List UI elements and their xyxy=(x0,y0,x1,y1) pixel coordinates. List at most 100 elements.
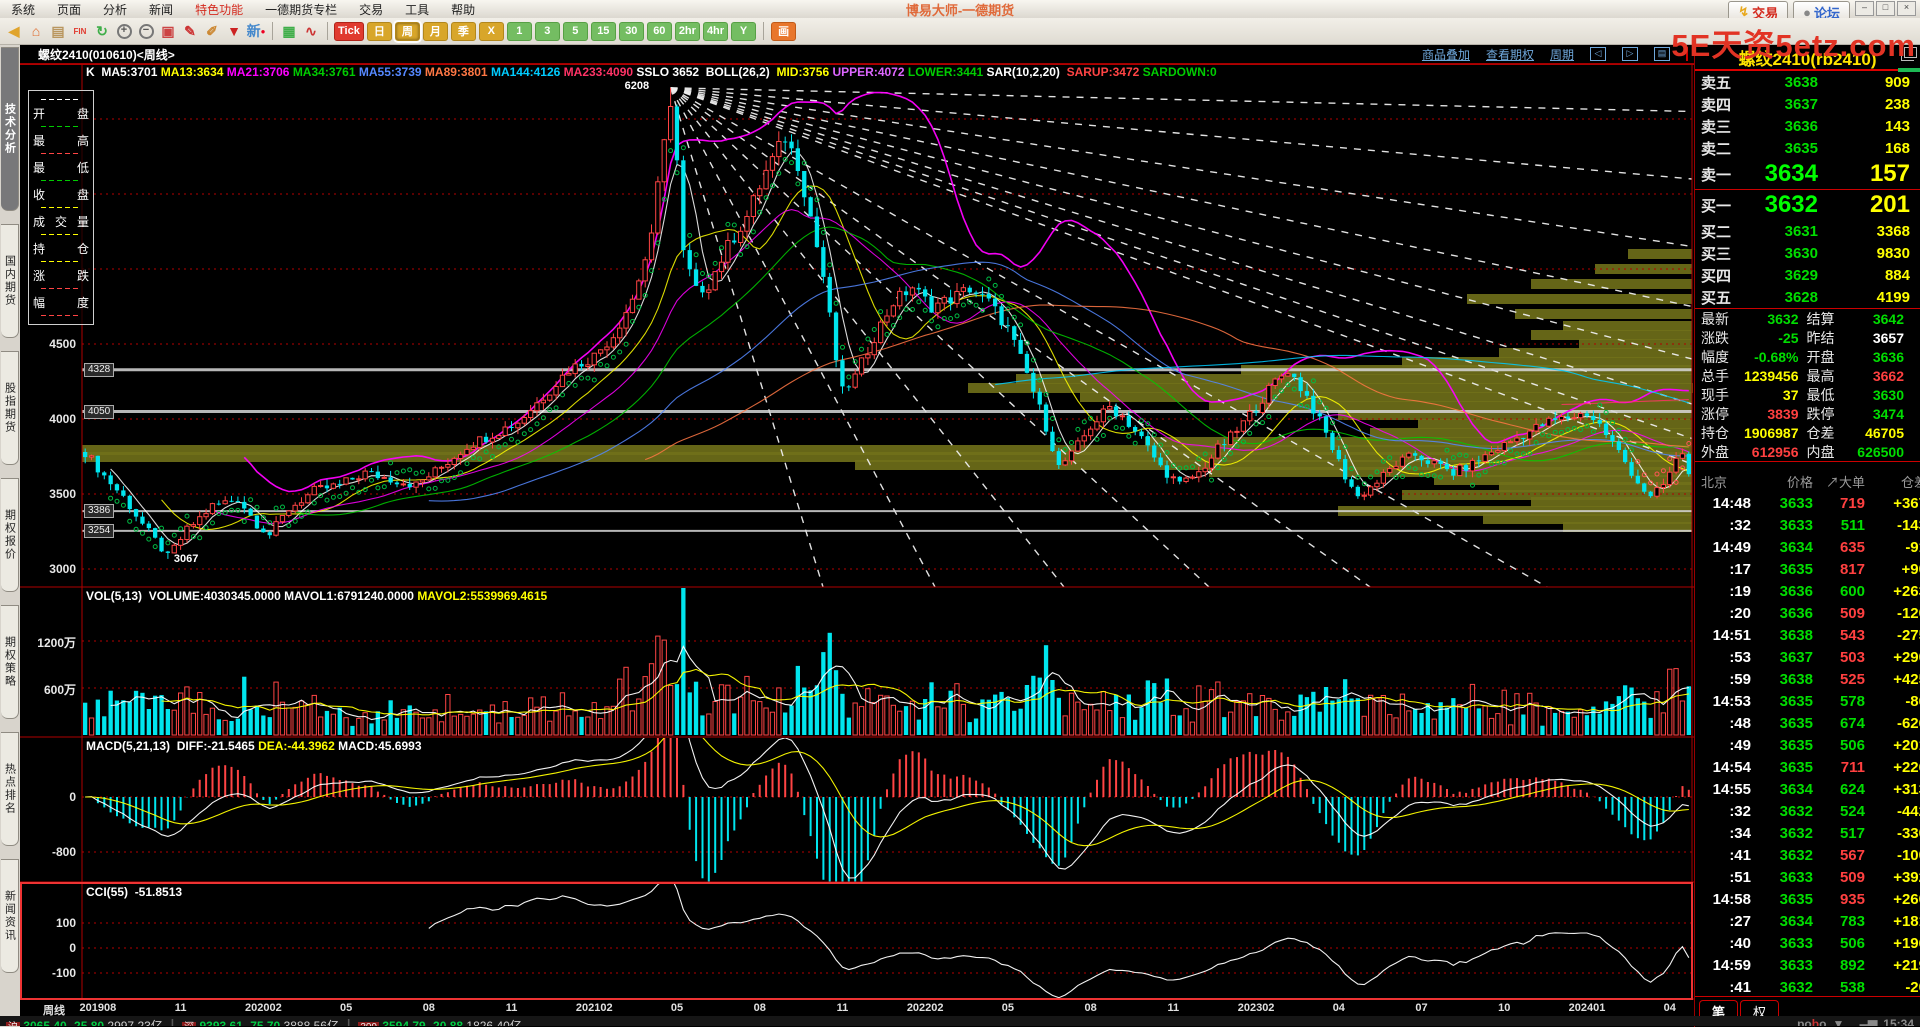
sidebar-tab-国内期货[interactable]: 国内期货 xyxy=(1,224,19,338)
index-amount: 1826.40亿 xyxy=(463,1019,522,1026)
fin-icon[interactable]: FIN xyxy=(70,22,90,41)
legend-dash xyxy=(41,99,81,100)
tick-price: 3635 xyxy=(1779,736,1813,754)
legend-char: 开 xyxy=(33,106,46,121)
home-icon[interactable]: ⌂ xyxy=(26,22,46,41)
funnel-icon[interactable]: ▼ xyxy=(224,22,244,41)
period-button-周[interactable]: 周 xyxy=(392,19,422,43)
sidebar-tab-热点排名[interactable]: 热点排名 xyxy=(1,732,19,846)
menu-item-新闻[interactable]: 新闻 xyxy=(138,1,184,18)
menu-item-页面[interactable]: 页面 xyxy=(46,1,92,18)
sidebar-tab-新闻资讯[interactable]: 新闻资讯 xyxy=(1,859,19,973)
menu-item-一德期货专栏[interactable]: 一德期货专栏 xyxy=(254,1,348,18)
legend-char: 交 xyxy=(54,214,67,229)
refresh-icon[interactable]: ↻ xyxy=(92,22,112,41)
tick-price: 3636 xyxy=(1779,582,1813,600)
tick-time: :41 xyxy=(1729,978,1751,996)
tick-volume: 517 xyxy=(1839,824,1865,842)
period-button-4hr[interactable]: 4hr xyxy=(702,21,729,41)
tick-price: 3636 xyxy=(1779,604,1813,622)
bid-row[interactable]: 买一 3632 201 xyxy=(1695,190,1920,220)
ohlc-legend-panel[interactable]: 开盘最高最低收盘成交量持仓涨跌幅度 xyxy=(28,90,94,325)
period-button-Tick[interactable]: Tick xyxy=(334,21,364,41)
split-window-icon[interactable]: ▤ xyxy=(1654,47,1670,61)
tick-price: 3635 xyxy=(1779,560,1813,578)
close-button[interactable]: × xyxy=(1897,1,1916,16)
sidebar-tab-期权报价[interactable]: 期权报价 xyxy=(1,478,19,592)
ask-row[interactable]: 卖二 3635 168 xyxy=(1695,137,1920,159)
sidebar-bottom-tab-权[interactable]: 权 xyxy=(1740,1000,1780,1020)
menu-item-分析[interactable]: 分析 xyxy=(92,1,138,18)
sidebar-tab-期权策略[interactable]: 期权策略 xyxy=(1,605,19,719)
trend-icon[interactable]: ∿ xyxy=(301,22,321,41)
tick-time: :20 xyxy=(1729,604,1751,622)
period-button-画[interactable]: 画 xyxy=(771,21,797,41)
minimize-button[interactable]: – xyxy=(1855,1,1874,16)
tick-time: :40 xyxy=(1729,934,1751,952)
brush-icon[interactable]: ✐ xyxy=(202,22,222,41)
funnel-small-icon: ▼ xyxy=(1832,1017,1845,1026)
grid-icon[interactable]: ▦ xyxy=(279,22,299,41)
tick-oi-change: +290 xyxy=(1893,648,1920,666)
next-contract-icon[interactable]: ▷ xyxy=(1622,47,1638,61)
period-button-Y[interactable]: Y xyxy=(731,21,757,41)
link-查看期权[interactable]: 查看期权 xyxy=(1486,46,1534,63)
news-icon[interactable]: ▤ xyxy=(48,22,68,41)
stat-value: 3630 xyxy=(1872,387,1904,403)
menu-item-工具[interactable]: 工具 xyxy=(394,1,440,18)
period-button-60[interactable]: 60 xyxy=(646,21,672,41)
period-button-1[interactable]: 1 xyxy=(506,21,532,41)
tick-price: 3633 xyxy=(1779,516,1813,534)
ask-row[interactable]: 卖五 3638 909 xyxy=(1695,71,1920,93)
prev-contract-icon[interactable]: ◁ xyxy=(1590,47,1606,61)
stat-value: 3657 xyxy=(1872,330,1904,346)
layers-icon[interactable]: ▣ xyxy=(158,22,178,41)
chart-canvas[interactable]: K MA5:3701 MA13:3634 MA21:3706 MA34:3761… xyxy=(20,64,1694,1018)
sidebar-bottom-tab-笔[interactable]: 笔 xyxy=(1699,1000,1739,1020)
index-value: 3065.40 xyxy=(20,1019,67,1026)
legend-dash xyxy=(41,288,81,289)
stat-label: 内盘 xyxy=(1806,444,1835,460)
bid-row[interactable]: 买四 3629 884 xyxy=(1695,264,1920,286)
left-tab-column: 技术分析国内期货股指期货期权报价期权策略热点排名新闻资讯 xyxy=(0,45,20,1027)
link-周期[interactable]: 周期 xyxy=(1550,46,1574,63)
back-arrow-icon[interactable]: ◀ xyxy=(4,22,24,41)
sidebar-tab-技术分析[interactable]: 技术分析 xyxy=(1,47,19,211)
menu-item-特色功能[interactable]: 特色功能 xyxy=(184,1,254,18)
tick-price: 3638 xyxy=(1779,670,1813,688)
bid-row[interactable]: 买二 3631 3368 xyxy=(1695,220,1920,242)
ask-row[interactable]: 卖三 3636 143 xyxy=(1695,115,1920,137)
chart-title-strip: 螺纹2410(010610)<周线> 商品叠加 查看期权 周期 ◁ ▷ ▤ xyxy=(20,45,1694,64)
period-button-月[interactable]: 月 xyxy=(422,21,448,41)
period-button-30[interactable]: 30 xyxy=(618,21,644,41)
maximize-button[interactable]: □ xyxy=(1876,1,1895,16)
period-button-15[interactable]: 15 xyxy=(590,21,616,41)
menu-item-帮助[interactable]: 帮助 xyxy=(440,1,486,18)
ask-row[interactable]: 卖四 3637 238 xyxy=(1695,93,1920,115)
tick-oi-change: -143 xyxy=(1896,516,1920,534)
legend-char: 盘 xyxy=(76,187,89,202)
zoom-in-icon[interactable]: + xyxy=(114,22,134,41)
period-button-2hr[interactable]: 2hr xyxy=(674,21,700,41)
tick-price: 3635 xyxy=(1779,758,1813,776)
menu-item-交易[interactable]: 交易 xyxy=(348,1,394,18)
bid-row[interactable]: 买五 3628 4199 xyxy=(1695,286,1920,308)
zoom-out-icon[interactable]: − xyxy=(136,22,156,41)
legend-item-开盘: 开盘 xyxy=(33,105,89,121)
sidebar-tab-股指期货[interactable]: 股指期货 xyxy=(1,351,19,465)
funnel-icon: ▼ xyxy=(227,23,241,39)
legend-item-收盘: 收盘 xyxy=(33,186,89,202)
period-button-3[interactable]: 3 xyxy=(534,21,560,41)
bid-row[interactable]: 买三 3630 9830 xyxy=(1695,242,1920,264)
period-button-日[interactable]: 日 xyxy=(366,21,392,41)
period-button-季[interactable]: 季 xyxy=(450,21,476,41)
period-button-X[interactable]: X xyxy=(478,21,504,41)
chart-strip-links: 商品叠加 查看期权 周期 ◁ ▷ ▤ xyxy=(1422,46,1694,63)
legend-item-成交量: 成交量 xyxy=(33,213,89,229)
pencil-icon[interactable]: ✎ xyxy=(180,22,200,41)
menu-item-系统[interactable]: 系统 xyxy=(0,1,46,18)
ask-row[interactable]: 卖一 3634 157 xyxy=(1695,159,1920,189)
period-button-5[interactable]: 5 xyxy=(562,21,588,41)
link-商品叠加[interactable]: 商品叠加 xyxy=(1422,46,1470,63)
new-icon[interactable]: 新 ● xyxy=(246,22,266,41)
